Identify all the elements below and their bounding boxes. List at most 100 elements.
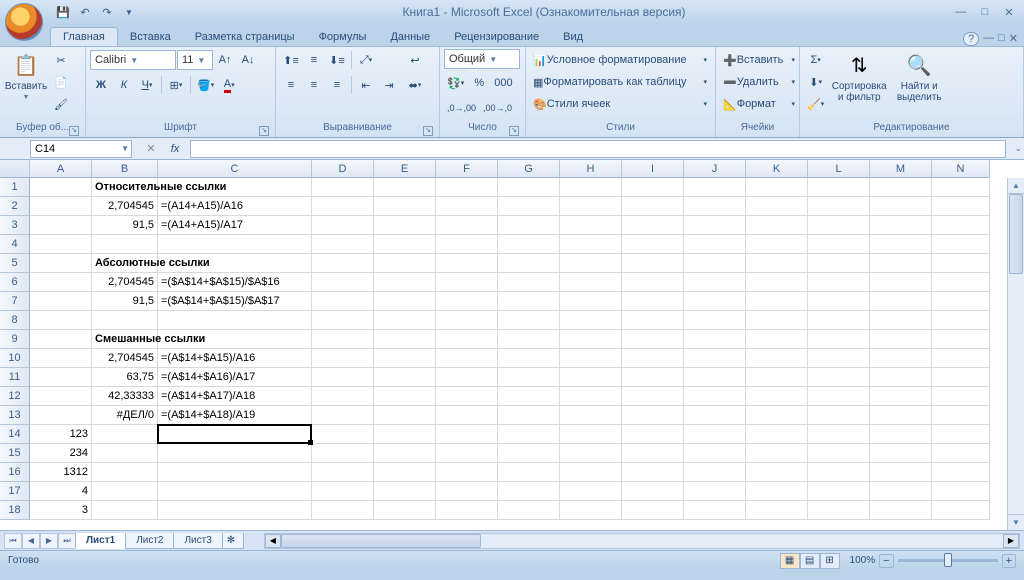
cell-D1[interactable] — [312, 178, 374, 197]
cell-D6[interactable] — [312, 273, 374, 292]
cell-J15[interactable] — [684, 444, 746, 463]
cell-N2[interactable] — [932, 197, 990, 216]
align-left-button[interactable]: ≡ — [280, 74, 302, 96]
normal-view-button[interactable]: ▦ — [780, 553, 800, 569]
orientation-button[interactable]: ⤢▾ — [355, 49, 377, 71]
clear-button[interactable]: 🧹▾ — [804, 93, 827, 115]
cell-L8[interactable] — [808, 311, 870, 330]
autosum-button[interactable]: Σ▾ — [804, 49, 827, 71]
cell-J18[interactable] — [684, 501, 746, 520]
cell-K10[interactable] — [746, 349, 808, 368]
cell-I16[interactable] — [622, 463, 684, 482]
cell-B14[interactable] — [92, 425, 158, 444]
undo-button[interactable]: ↶ — [76, 3, 94, 21]
cut-button[interactable]: ✂ — [50, 49, 72, 71]
cell-M6[interactable] — [870, 273, 932, 292]
cell-A8[interactable] — [30, 311, 92, 330]
cell-G13[interactable] — [498, 406, 560, 425]
cell-H7[interactable] — [560, 292, 622, 311]
row-header-1[interactable]: 1 — [0, 178, 30, 197]
vscroll-thumb[interactable] — [1009, 194, 1023, 274]
increase-decimal-button[interactable]: ,0→,00 — [444, 97, 479, 119]
cell-F13[interactable] — [436, 406, 498, 425]
fill-button[interactable]: ⬇▾ — [804, 71, 827, 93]
cell-J7[interactable] — [684, 292, 746, 311]
decrease-decimal-button[interactable]: ,00→,0 — [480, 97, 515, 119]
cell-H17[interactable] — [560, 482, 622, 501]
cell-L16[interactable] — [808, 463, 870, 482]
wrap-text-button[interactable]: ↩ — [404, 49, 426, 71]
cell-D2[interactable] — [312, 197, 374, 216]
cell-N7[interactable] — [932, 292, 990, 311]
cell-H4[interactable] — [560, 235, 622, 254]
cell-I18[interactable] — [622, 501, 684, 520]
cell-E12[interactable] — [374, 387, 436, 406]
cell-styles-button[interactable]: 🎨 Стили ячеек ▾ — [530, 93, 710, 115]
cell-F15[interactable] — [436, 444, 498, 463]
cell-C2[interactable]: =(A14+A15)/A16 — [158, 197, 312, 216]
cell-H16[interactable] — [560, 463, 622, 482]
cell-D9[interactable] — [312, 330, 374, 349]
cell-E9[interactable] — [374, 330, 436, 349]
cell-K5[interactable] — [746, 254, 808, 273]
alignment-launcher[interactable]: ↘ — [423, 126, 433, 136]
maximize-button[interactable]: □ — [974, 4, 996, 20]
cell-I9[interactable] — [622, 330, 684, 349]
row-header-16[interactable]: 16 — [0, 463, 30, 482]
row-header-17[interactable]: 17 — [0, 482, 30, 501]
sheet-tab-2[interactable]: Лист2 — [125, 533, 174, 549]
zoom-thumb[interactable] — [944, 553, 952, 567]
cell-L15[interactable] — [808, 444, 870, 463]
cell-N1[interactable] — [932, 178, 990, 197]
cell-N6[interactable] — [932, 273, 990, 292]
delete-cells-button[interactable]: ➖ Удалить ▾ — [720, 71, 798, 93]
cell-C4[interactable] — [158, 235, 312, 254]
font-name-combo[interactable]: Calibri▼ — [90, 50, 176, 70]
format-cells-button[interactable]: 📐 Формат ▾ — [720, 93, 798, 115]
cell-B13[interactable]: #ДЕЛ/0 — [92, 406, 158, 425]
cell-C6[interactable]: =($A$14+$A$15)/$A$16 — [158, 273, 312, 292]
cell-B4[interactable] — [92, 235, 158, 254]
cell-N11[interactable] — [932, 368, 990, 387]
cell-J3[interactable] — [684, 216, 746, 235]
cell-E5[interactable] — [374, 254, 436, 273]
cell-B1[interactable]: Относительные ссылки — [92, 178, 158, 197]
cell-C11[interactable]: =(A$14+$A16)/A17 — [158, 368, 312, 387]
page-layout-view-button[interactable]: ▤ — [800, 553, 820, 569]
cell-D4[interactable] — [312, 235, 374, 254]
cell-G1[interactable] — [498, 178, 560, 197]
cell-I7[interactable] — [622, 292, 684, 311]
cell-M11[interactable] — [870, 368, 932, 387]
cell-C17[interactable] — [158, 482, 312, 501]
cell-D13[interactable] — [312, 406, 374, 425]
paste-button[interactable]: 📋 Вставить ▼ — [4, 49, 48, 103]
cell-L6[interactable] — [808, 273, 870, 292]
cell-E2[interactable] — [374, 197, 436, 216]
cell-C14[interactable] — [158, 425, 312, 444]
cell-M12[interactable] — [870, 387, 932, 406]
cell-H13[interactable] — [560, 406, 622, 425]
sort-filter-button[interactable]: ⇅ Сортировка и фильтр — [829, 49, 889, 105]
cell-A10[interactable] — [30, 349, 92, 368]
row-header-13[interactable]: 13 — [0, 406, 30, 425]
cell-M5[interactable] — [870, 254, 932, 273]
cell-B7[interactable]: 91,5 — [92, 292, 158, 311]
cell-F10[interactable] — [436, 349, 498, 368]
font-size-combo[interactable]: 11▼ — [177, 50, 213, 70]
col-header-H[interactable]: H — [560, 160, 622, 178]
cell-F9[interactable] — [436, 330, 498, 349]
cell-I14[interactable] — [622, 425, 684, 444]
align-center-button[interactable]: ≡ — [303, 74, 325, 96]
cell-G12[interactable] — [498, 387, 560, 406]
fill-color-button[interactable]: 🪣▾ — [194, 74, 217, 96]
cell-F2[interactable] — [436, 197, 498, 216]
cell-L1[interactable] — [808, 178, 870, 197]
office-button[interactable] — [5, 3, 43, 41]
cell-H1[interactable] — [560, 178, 622, 197]
cell-N4[interactable] — [932, 235, 990, 254]
hscroll-right[interactable]: ▶ — [1003, 534, 1019, 548]
cell-B6[interactable]: 2,704545 — [92, 273, 158, 292]
cell-D14[interactable] — [312, 425, 374, 444]
redo-button[interactable]: ↷ — [98, 3, 116, 21]
cell-K17[interactable] — [746, 482, 808, 501]
